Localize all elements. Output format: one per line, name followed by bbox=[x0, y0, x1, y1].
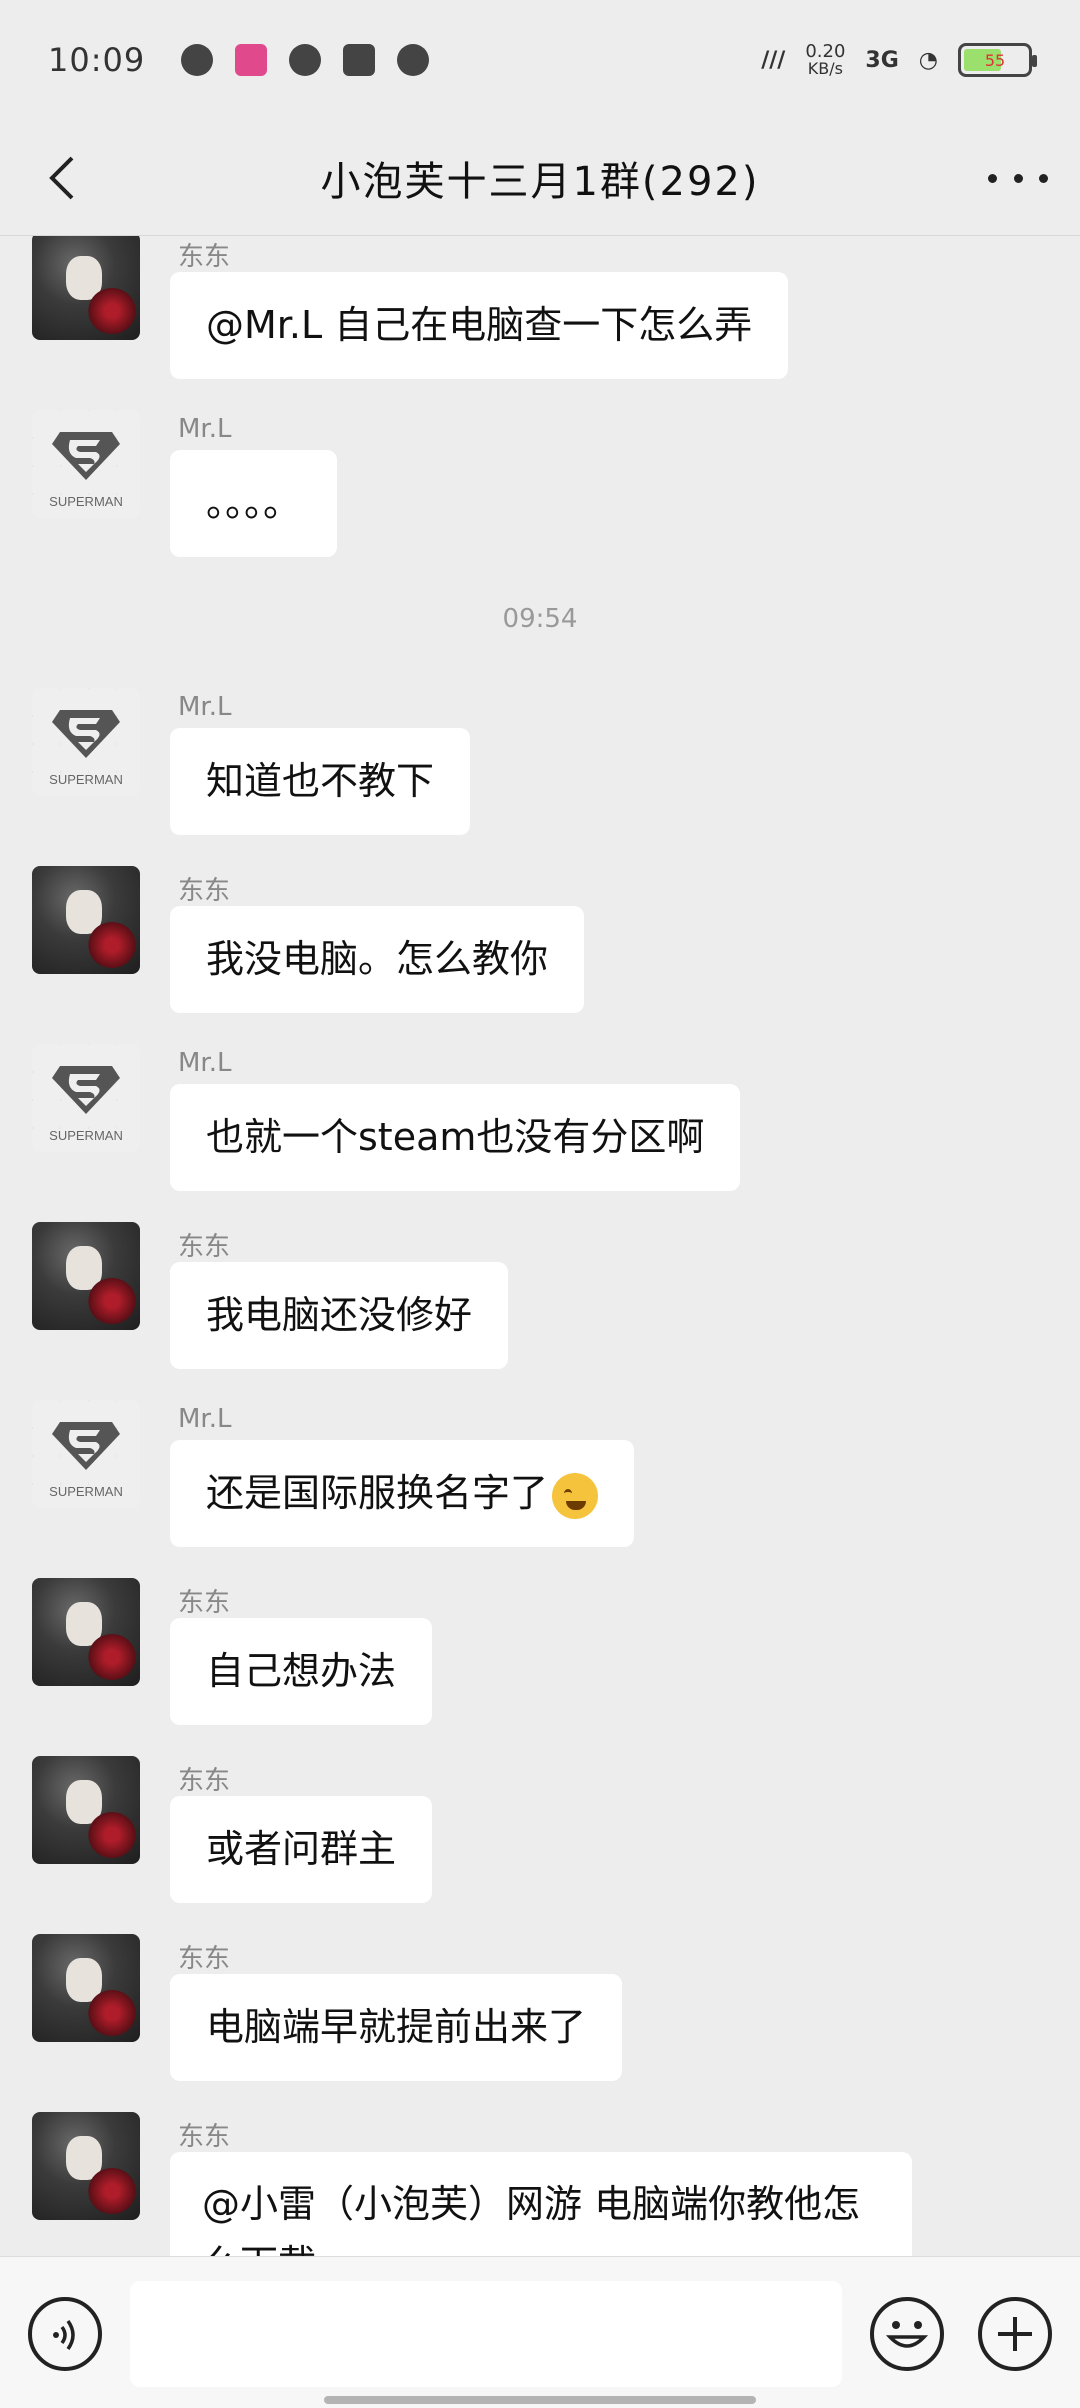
smiley-icon bbox=[885, 2321, 929, 2348]
more-dot-icon bbox=[988, 173, 997, 183]
signal-icon: 3G bbox=[865, 47, 899, 73]
avatar[interactable] bbox=[32, 236, 140, 340]
sender-name: Mr.L bbox=[178, 692, 232, 722]
avatar[interactable] bbox=[32, 1934, 140, 2042]
message-bubble[interactable]: 我电脑还没修好 bbox=[170, 1262, 509, 1369]
wifi-icon: ◔ bbox=[918, 47, 938, 73]
message-bubble[interactable]: @Mr.L 自己在电脑查一下怎么弄 bbox=[170, 272, 789, 379]
sender-name: 东东 bbox=[178, 876, 231, 906]
message-bubble[interactable]: 还是国际服换名字了 bbox=[170, 1440, 635, 1547]
chevron-left-icon bbox=[49, 156, 74, 200]
app-icon bbox=[289, 44, 322, 76]
avatar[interactable]: SUPERMAN bbox=[32, 1044, 140, 1152]
notification-icons bbox=[181, 44, 430, 76]
status-time: 10:09 bbox=[48, 41, 146, 79]
superman-logo-icon bbox=[52, 1422, 120, 1470]
bilibili-icon bbox=[235, 44, 268, 76]
laughing-crying-emoji-icon bbox=[552, 1472, 599, 1519]
superman-logo-icon bbox=[52, 710, 120, 758]
battery-icon: 55 bbox=[958, 43, 1037, 77]
qq-icon bbox=[397, 44, 430, 76]
emoji-button[interactable] bbox=[870, 2297, 944, 2371]
message-bubble[interactable]: 或者问群主 bbox=[170, 1796, 433, 1903]
avatar[interactable]: SUPERMAN bbox=[32, 688, 140, 796]
message-list[interactable]: 东东 @Mr.L 自己在电脑查一下怎么弄 SUPERMAN Mr.L 。。。。 … bbox=[0, 236, 1080, 2256]
more-actions-button[interactable] bbox=[978, 2297, 1052, 2371]
chat-header: 小泡芙十三月1群(292) bbox=[0, 120, 1080, 236]
message-input[interactable] bbox=[130, 2281, 842, 2387]
more-dot-icon bbox=[1039, 173, 1048, 183]
avatar[interactable] bbox=[32, 1756, 140, 1864]
more-dot-icon bbox=[1013, 173, 1023, 183]
avatar[interactable] bbox=[32, 866, 140, 974]
message-bubble[interactable]: @小雷（小泡芙）网游 电脑端你教他怎么下载 bbox=[170, 2152, 912, 2256]
time-divider: 09:54 bbox=[502, 604, 578, 634]
sender-name: 东东 bbox=[178, 1944, 231, 1974]
sender-name: 东东 bbox=[178, 2122, 231, 2152]
weibo-icon bbox=[343, 44, 376, 76]
message-bubble[interactable]: 。。。。 bbox=[170, 450, 338, 557]
sender-name: Mr.L bbox=[178, 414, 232, 444]
avatar[interactable] bbox=[32, 1578, 140, 1686]
home-indicator[interactable] bbox=[324, 2396, 756, 2404]
status-bar: 10:09 /// 0.20 KB/s 3G ◔ 55 bbox=[0, 0, 1080, 120]
avatar[interactable]: SUPERMAN bbox=[32, 1400, 140, 1508]
message-bubble[interactable]: 也就一个steam也没有分区啊 bbox=[170, 1084, 741, 1191]
message-bubble[interactable]: 知道也不教下 bbox=[170, 728, 471, 835]
input-bar bbox=[0, 2256, 1080, 2408]
avatar[interactable] bbox=[32, 2112, 140, 2220]
message-bubble[interactable]: 自己想办法 bbox=[170, 1618, 433, 1725]
sender-name: 东东 bbox=[178, 1588, 231, 1618]
superman-logo-icon bbox=[52, 1066, 120, 1114]
message-bubble[interactable]: 我没电脑。怎么教你 bbox=[170, 906, 585, 1013]
group-title: 小泡芙十三月1群(292) bbox=[320, 158, 760, 205]
superman-logo-icon bbox=[52, 432, 120, 480]
plus-icon bbox=[998, 2317, 1032, 2351]
sender-name: Mr.L bbox=[178, 1048, 232, 1078]
message-bubble[interactable]: 电脑端早就提前出来了 bbox=[170, 1974, 623, 2081]
sender-name: 东东 bbox=[178, 1766, 231, 1796]
more-button[interactable] bbox=[988, 158, 1048, 198]
browser-icon bbox=[181, 44, 214, 76]
nfc-icon: /// bbox=[761, 47, 786, 73]
voice-icon bbox=[53, 2319, 75, 2351]
voice-button[interactable] bbox=[28, 2297, 102, 2371]
network-speed: 0.20 KB/s bbox=[805, 41, 846, 78]
avatar[interactable] bbox=[32, 1222, 140, 1330]
message-text: 还是国际服换名字了 bbox=[206, 1471, 549, 1515]
sender-name: 东东 bbox=[178, 1232, 231, 1262]
avatar[interactable]: SUPERMAN bbox=[32, 410, 140, 518]
sender-name: Mr.L bbox=[178, 1404, 232, 1434]
sender-name: 东东 bbox=[178, 242, 231, 272]
back-button[interactable] bbox=[36, 150, 92, 206]
